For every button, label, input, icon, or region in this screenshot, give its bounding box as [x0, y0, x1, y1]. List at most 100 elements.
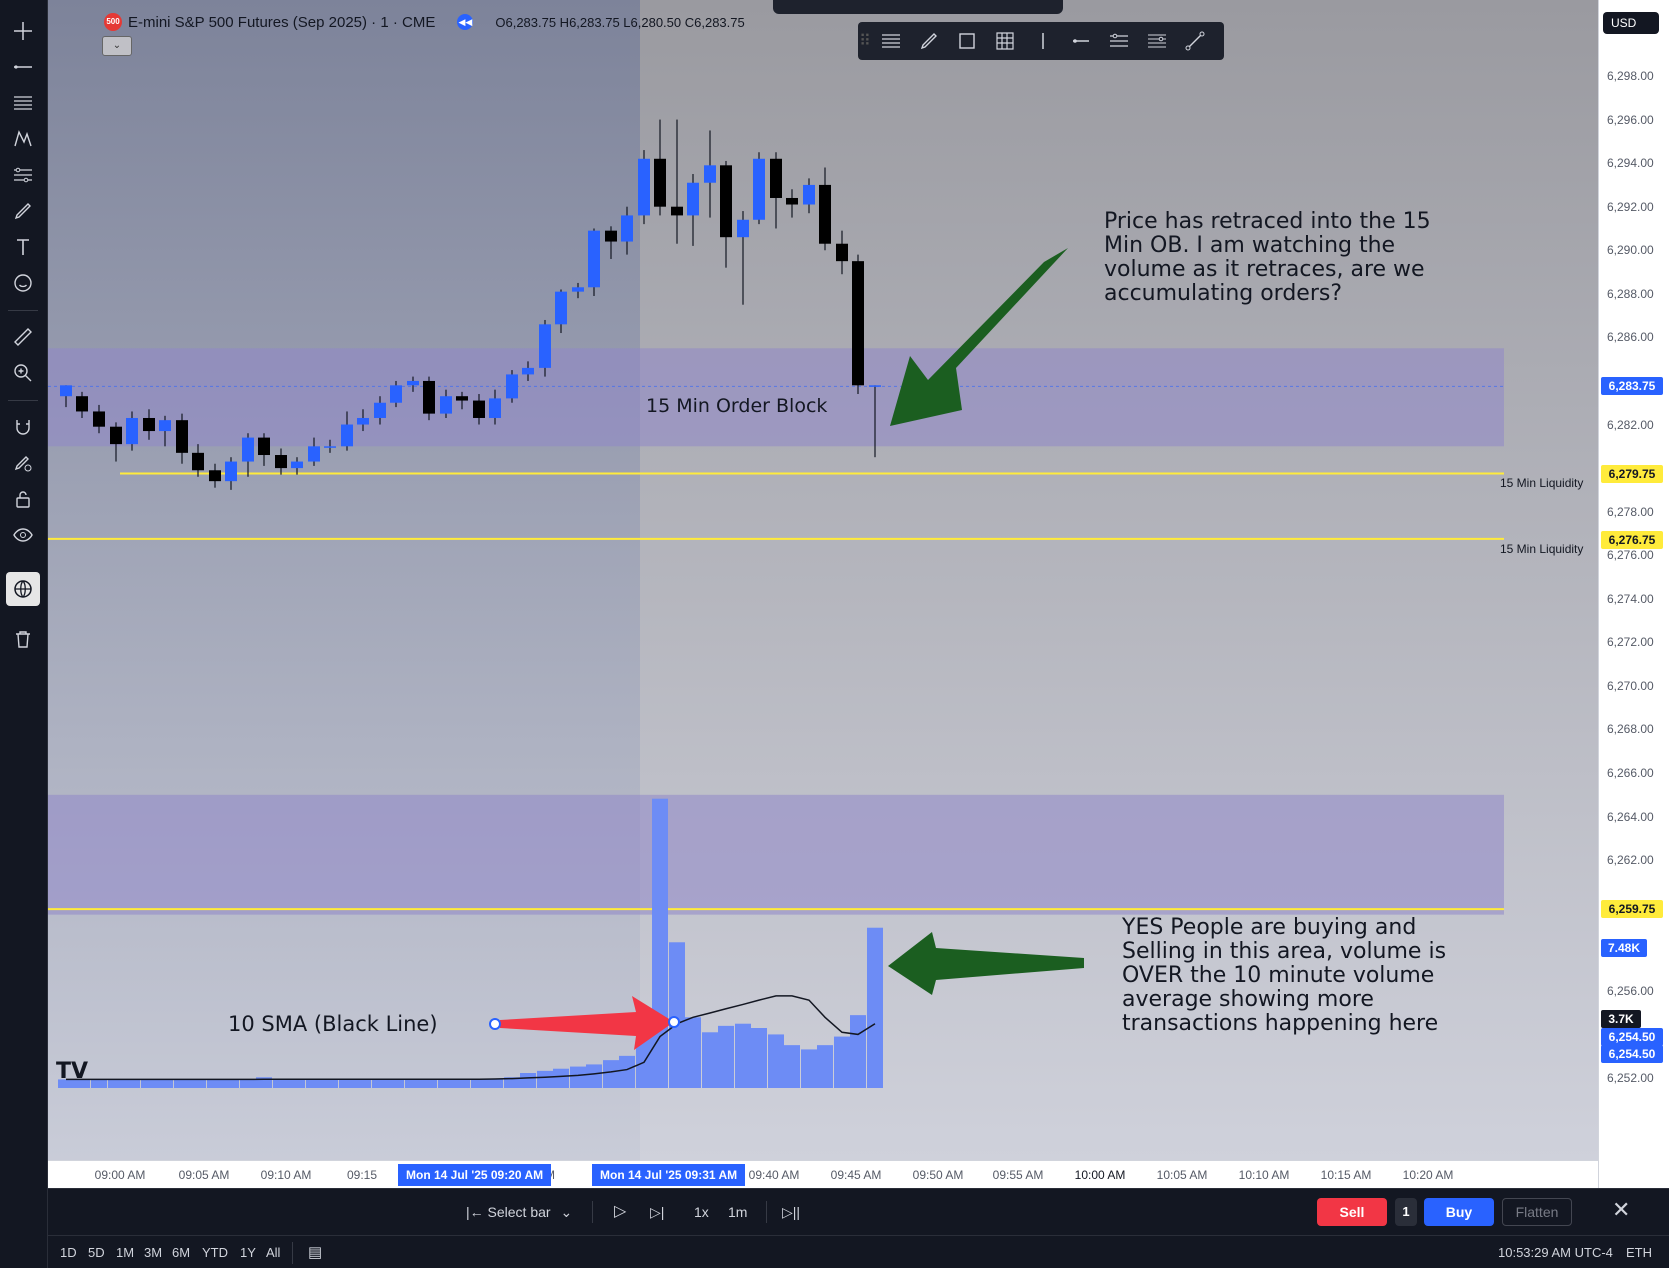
price-tick: 6,276.00 [1607, 548, 1654, 563]
symbol-badge: 500 [104, 13, 122, 31]
volume-bar [735, 1023, 751, 1088]
replay-icon[interactable]: ◀◀ [457, 14, 474, 30]
volume-bar [520, 1073, 536, 1088]
fib-channel-icon[interactable] [1138, 22, 1176, 60]
speed-button[interactable]: 1x [694, 1201, 709, 1223]
select-bar-label: Select bar [487, 1204, 551, 1220]
clock[interactable]: 10:53:29 AM UTC-4 [1498, 1245, 1613, 1260]
candle-down [110, 426, 122, 445]
tradingview-logo: TV [56, 1059, 88, 1084]
symbol-legend[interactable]: 500 E-mini S&P 500 Futures (Sep 2025) · … [104, 12, 745, 32]
range-ytd[interactable]: YTD [202, 1245, 228, 1260]
volume-bar [669, 942, 685, 1088]
emoji-icon[interactable] [6, 266, 40, 300]
range-3m[interactable]: 3M [144, 1245, 162, 1260]
zoom-icon[interactable] [6, 356, 40, 390]
trash-icon[interactable] [6, 622, 40, 656]
pattern-icon[interactable] [6, 122, 40, 156]
price-tick: 6,296.00 [1607, 112, 1654, 127]
parallel-channel-icon[interactable] [1100, 22, 1138, 60]
time-label-start: Mon 14 Jul '25 09:20 AM [398, 1164, 552, 1186]
candle-down [654, 158, 666, 207]
path-icon[interactable] [1176, 22, 1214, 60]
range-1m[interactable]: 1M [116, 1245, 134, 1260]
time-tick: 09:05 AM [178, 1168, 230, 1182]
vertical-line-icon[interactable] [1024, 22, 1062, 60]
candle-up [341, 424, 353, 447]
lock-icon[interactable] [6, 482, 40, 516]
horizontal-ray-icon[interactable] [1062, 22, 1100, 60]
chevron-down-icon: ⌄ [1621, 38, 1632, 52]
range-1d[interactable]: 1D [60, 1245, 77, 1260]
candle-up [357, 417, 369, 425]
forecast-icon[interactable] [6, 158, 40, 192]
range-all[interactable]: All [266, 1245, 280, 1260]
order-block-label: 15 Min Order Block [646, 395, 828, 417]
interval-button[interactable]: 1m [728, 1201, 747, 1223]
quantity-field[interactable]: 1 [1395, 1198, 1417, 1226]
session-toggle[interactable]: ETH [1626, 1245, 1652, 1260]
time-label-end: Mon 14 Jul '25 09:31 AM [592, 1164, 746, 1186]
volume-bar [570, 1066, 586, 1088]
time-tick: 10:05 AM [1156, 1168, 1208, 1182]
candle-up [159, 420, 171, 432]
pen-icon[interactable] [910, 22, 948, 60]
ruler-icon[interactable] [6, 320, 40, 354]
toolbar-separator [8, 310, 38, 311]
legend-collapse-chevron-icon[interactable]: ⌄ [102, 36, 132, 56]
volume-bar [867, 927, 883, 1088]
trend-line-icon[interactable] [6, 50, 40, 84]
price-tick: 6,272.00 [1607, 635, 1654, 650]
chart-pane[interactable]: TV 500 E-mini S&P 500 Futures (Sep 2025)… [48, 0, 1598, 1188]
range-5d[interactable]: 5D [88, 1245, 105, 1260]
drawing-mode-icon[interactable] [6, 446, 40, 480]
select-bar-button[interactable]: |← Select bar ⌄ [466, 1201, 572, 1223]
price-label-2: 6,254.50 [1601, 1045, 1663, 1063]
currency-select[interactable]: USD ⌄ [1603, 12, 1659, 52]
note-line: volume as it retraces, are we [1104, 257, 1425, 282]
volume-bar [108, 1079, 124, 1088]
text-icon[interactable] [6, 230, 40, 264]
sell-button[interactable]: Sell [1317, 1198, 1387, 1226]
flatten-button[interactable]: Flatten [1502, 1198, 1572, 1226]
price-axis[interactable]: USD ⌄ 6,298.00 6,296.00 6,294.00 6,292.00 6,… [1598, 0, 1669, 1188]
price-tick: 6,256.00 [1607, 983, 1654, 998]
globe-icon[interactable] [6, 572, 40, 606]
svg-text:TV: TV [56, 1059, 88, 1084]
volume-bar [240, 1079, 256, 1088]
select-bar-icon: |← [466, 1204, 484, 1220]
price-tick: 6,262.00 [1607, 853, 1654, 868]
time-axis[interactable]: 09:00 AM09:05 AM09:10 AM09:1525 AMAM09:4… [48, 1160, 1598, 1189]
drawing-toolbar: ⠿ [858, 22, 1224, 60]
range-6m[interactable]: 6M [172, 1245, 190, 1260]
volume-bar [388, 1079, 404, 1088]
rectangle-icon[interactable] [948, 22, 986, 60]
grid-icon[interactable] [986, 22, 1024, 60]
range-1y[interactable]: 1Y [240, 1245, 256, 1260]
price-tick: 6,274.00 [1607, 591, 1654, 606]
candle-up [489, 398, 501, 418]
eye-icon[interactable] [6, 518, 40, 552]
volume-bar [289, 1079, 305, 1088]
magnet-icon[interactable] [6, 410, 40, 444]
step-forward-icon[interactable]: ▷| [650, 1201, 664, 1223]
calendar-icon[interactable]: ▤ [308, 1243, 322, 1261]
lines-icon[interactable] [872, 22, 910, 60]
drag-handle-icon[interactable]: ⠿ [858, 22, 872, 60]
left-toolbar [0, 0, 48, 1268]
crosshair-icon[interactable] [6, 14, 40, 48]
play-icon[interactable]: ▷ [614, 1201, 626, 1223]
fib-icon[interactable] [6, 86, 40, 120]
candle-down [192, 452, 204, 471]
brush-icon[interactable] [6, 194, 40, 228]
volume-bar [306, 1079, 322, 1088]
buy-button[interactable]: Buy [1424, 1198, 1494, 1226]
jump-to-realtime-icon[interactable]: ▷|| [782, 1201, 800, 1223]
close-icon[interactable]: ✕ [1612, 1199, 1630, 1221]
symbol-title[interactable]: E-mini S&P 500 Futures (Sep 2025) · 1 · … [128, 14, 435, 31]
candle-down [209, 470, 221, 482]
note-price-retrace: Price has retraced into the 15 Min OB. I… [1104, 210, 1431, 306]
volume-bar [586, 1064, 602, 1088]
price-tick: 6,288.00 [1607, 286, 1654, 301]
volume-bar [339, 1079, 355, 1088]
